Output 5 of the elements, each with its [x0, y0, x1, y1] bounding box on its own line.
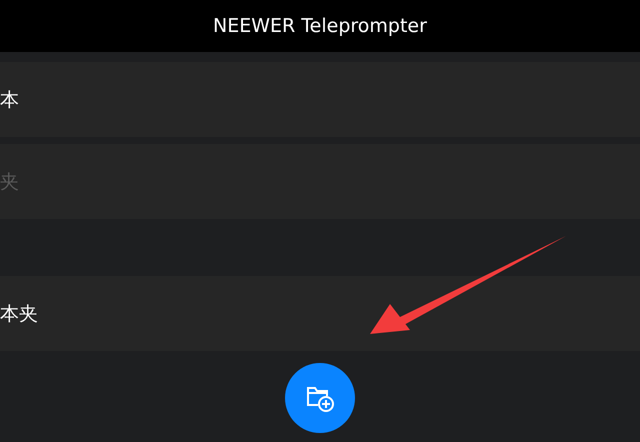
row-label: 本夹 — [0, 302, 38, 326]
row-label: 本 — [0, 88, 19, 112]
app-title: NEEWER Teleprompter — [213, 15, 427, 37]
list-row[interactable]: 本 — [0, 62, 640, 137]
list-row[interactable]: 本夹 — [0, 276, 640, 351]
